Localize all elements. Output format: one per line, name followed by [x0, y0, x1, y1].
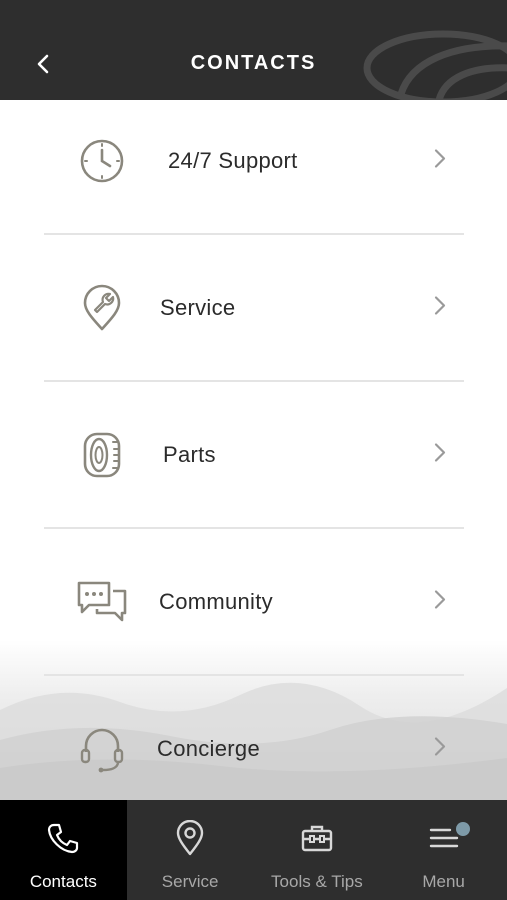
chevron-right-icon — [434, 589, 446, 614]
tab-service[interactable]: Service — [127, 800, 254, 900]
clock-icon — [72, 136, 132, 186]
location-pin-icon — [175, 818, 205, 858]
contact-label: Parts — [163, 441, 216, 467]
tab-tools-tips[interactable]: Tools & Tips — [254, 800, 381, 900]
bottom-tab-bar: Contacts Service Tools & Tips Menu — [0, 800, 507, 900]
chevron-right-icon — [434, 442, 446, 467]
tab-label: Contacts — [29, 872, 97, 891]
chevron-right-icon — [434, 295, 446, 320]
contact-row-community[interactable]: Community — [44, 528, 464, 675]
hamburger-menu-icon — [428, 818, 460, 858]
notification-badge — [456, 822, 471, 836]
contact-label: 24/7 Support — [168, 147, 298, 173]
wrench-pin-icon — [72, 283, 132, 333]
contact-row-support[interactable]: 24/7 Support — [44, 100, 464, 234]
tire-icon — [72, 430, 132, 480]
contacts-list: 24/7 Support Service Parts Community Con… — [0, 100, 507, 800]
contact-label: Concierge — [157, 735, 260, 761]
contact-row-service[interactable]: Service — [44, 234, 464, 381]
chevron-right-icon — [434, 148, 446, 173]
chat-bubbles-icon — [72, 577, 132, 627]
tab-contacts[interactable]: Contacts — [0, 800, 127, 900]
phone-icon — [46, 818, 80, 858]
contact-label: Community — [159, 588, 273, 614]
tab-label: Service — [161, 872, 219, 891]
headset-icon — [72, 724, 132, 774]
tab-label: Menu — [422, 872, 465, 891]
contact-label: Service — [160, 294, 236, 320]
toolbox-icon — [300, 818, 334, 858]
chevron-right-icon — [434, 736, 446, 761]
tab-label: Tools & Tips — [271, 872, 363, 891]
contact-row-parts[interactable]: Parts — [44, 381, 464, 528]
tab-menu[interactable]: Menu — [380, 800, 507, 900]
brand-logo — [363, 30, 507, 100]
contact-row-concierge[interactable]: Concierge — [44, 675, 464, 800]
app-header: CONTACTS — [0, 0, 507, 100]
